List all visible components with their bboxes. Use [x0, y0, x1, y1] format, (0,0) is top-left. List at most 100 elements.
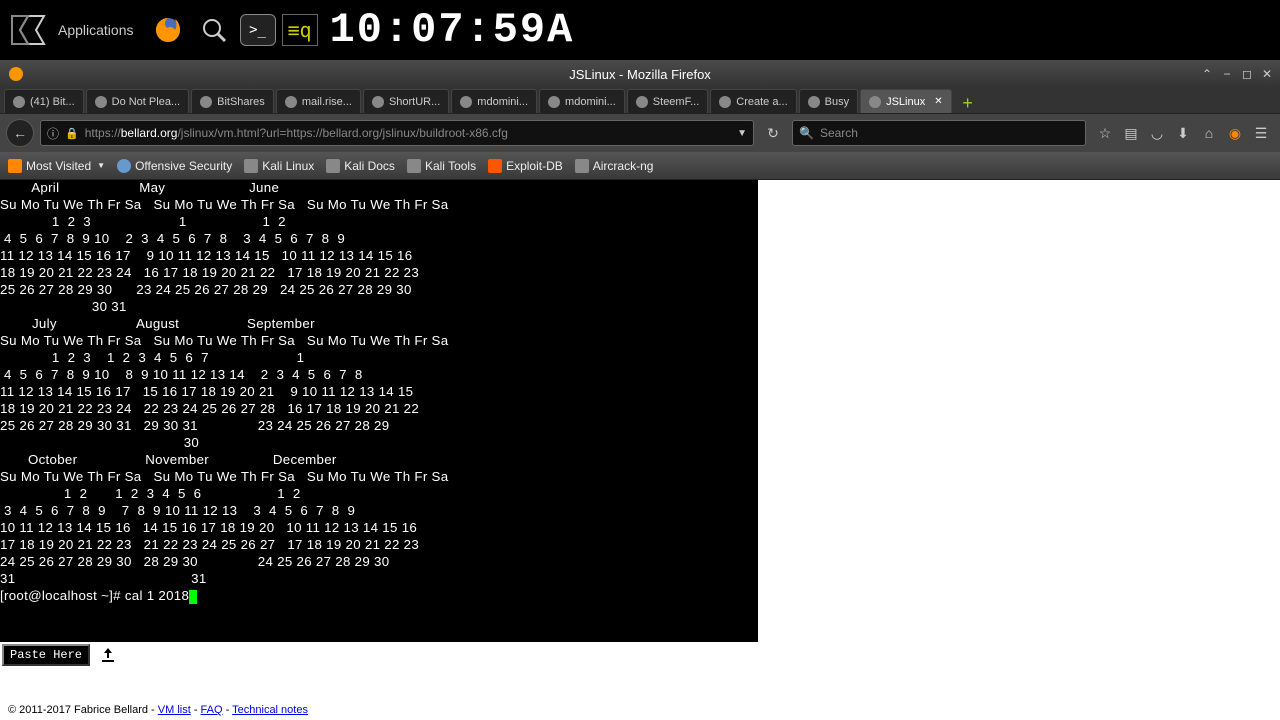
reader-icon[interactable]: ▤ — [1122, 125, 1140, 142]
tab[interactable]: Busy — [799, 89, 858, 113]
tab-strip: (41) Bit... Do Not Plea... BitShares mail.r… — [0, 88, 1280, 114]
favicon — [13, 96, 25, 108]
minimize-button[interactable]: − — [1218, 65, 1236, 83]
favicon — [200, 96, 212, 108]
favicon — [372, 96, 384, 108]
tab[interactable]: (41) Bit... — [4, 89, 84, 113]
bookmark-label: Exploit-DB — [506, 159, 563, 173]
tab-label: JSLinux — [886, 96, 925, 108]
search-icon: 🔍 — [799, 126, 814, 140]
desktop-panel: Applications >_ ≡q 10:07:59A — [0, 0, 1280, 60]
close-button[interactable]: ✕ — [1258, 65, 1276, 83]
tab[interactable]: mdomini... — [539, 89, 625, 113]
bookmark-item[interactable]: Kali Tools — [407, 159, 476, 173]
favicon — [548, 96, 560, 108]
tab[interactable]: JSLinux ✕ — [860, 89, 952, 113]
upload-icon[interactable] — [98, 645, 118, 665]
tab-label: BitShares — [217, 96, 265, 108]
tab-label: mail.rise... — [302, 96, 352, 108]
favicon — [460, 96, 472, 108]
cursor — [189, 590, 197, 604]
favicon — [95, 96, 107, 108]
maximize-button[interactable]: ◻ — [1238, 65, 1256, 83]
new-tab-button[interactable]: + — [958, 93, 978, 113]
hamburger-menu-icon[interactable]: ☰ — [1252, 125, 1270, 142]
address-bar-row: ← ⓘ 🔒 https://bellard.org/jslinux/vm.htm… — [0, 114, 1280, 152]
bookmark-star-icon[interactable]: ☆ — [1096, 125, 1114, 142]
tab-close-icon[interactable]: ✕ — [934, 96, 942, 107]
vmlist-link[interactable]: VM list — [158, 704, 191, 716]
bookmark-item[interactable]: Kali Linux — [244, 159, 314, 173]
tab-label: mdomini... — [477, 96, 528, 108]
panel-clock: 10:07:59A — [330, 6, 575, 54]
tab-label: Do Not Plea... — [112, 96, 180, 108]
firefox-window: JSLinux - Mozilla Firefox ⌃ − ◻ ✕ (41) B… — [0, 60, 1280, 720]
reload-button[interactable]: ↻ — [760, 120, 786, 146]
bookmark-label: Kali Tools — [425, 159, 476, 173]
bookmark-icon — [117, 159, 131, 173]
bookmark-item[interactable]: Kali Docs — [326, 159, 395, 173]
bookmark-icon — [326, 159, 340, 173]
downloads-icon[interactable]: ⬇ — [1174, 125, 1192, 142]
bookmark-item[interactable]: Most Visited▼ — [8, 159, 105, 173]
window-menu-icon[interactable]: ⌃ — [1198, 65, 1216, 83]
bookmark-item[interactable]: Exploit-DB — [488, 159, 563, 173]
url-text: https://bellard.org/jslinux/vm.html?url=… — [85, 126, 508, 140]
favicon — [719, 96, 731, 108]
tab-label: ShortUR... — [389, 96, 440, 108]
applications-menu[interactable]: Applications — [58, 22, 134, 38]
bookmark-label: Most Visited — [26, 159, 91, 173]
url-bar[interactable]: ⓘ 🔒 https://bellard.org/jslinux/vm.html?… — [40, 120, 754, 146]
tab[interactable]: Create a... — [710, 89, 796, 113]
bookmark-item[interactable]: Aircrack-ng — [575, 159, 654, 173]
favicon — [636, 96, 648, 108]
page-footer: © 2011-2017 Fabrice Bellard - VM list - … — [8, 704, 308, 716]
search-bar[interactable]: 🔍 Search — [792, 120, 1086, 146]
paste-here-button[interactable]: Paste Here — [2, 644, 90, 666]
bookmark-icon — [488, 159, 502, 173]
tab-label: Busy — [825, 96, 849, 108]
url-dropdown-icon[interactable]: ▼ — [737, 128, 747, 139]
bookmark-item[interactable]: Offensive Security — [117, 159, 232, 173]
firefox-panel-icon[interactable] — [148, 10, 188, 50]
window-title: JSLinux - Mozilla Firefox — [569, 67, 711, 82]
tab[interactable]: BitShares — [191, 89, 274, 113]
identity-icon[interactable]: ⓘ — [47, 125, 59, 142]
tab-label: (41) Bit... — [30, 96, 75, 108]
tab[interactable]: mail.rise... — [276, 89, 361, 113]
bookmark-icon — [244, 159, 258, 173]
page-content: April May June Su Mo Tu We Th Fr Sa Su M… — [0, 180, 1280, 720]
tab-label: SteemF... — [653, 96, 699, 108]
favicon — [285, 96, 297, 108]
tab[interactable]: Do Not Plea... — [86, 89, 189, 113]
faq-link[interactable]: FAQ — [201, 704, 223, 716]
bookmark-label: Aircrack-ng — [593, 159, 654, 173]
search-placeholder: Search — [820, 126, 858, 140]
pocket-icon[interactable]: ◡ — [1148, 125, 1166, 142]
tab[interactable]: SteemF... — [627, 89, 708, 113]
tab[interactable]: mdomini... — [451, 89, 537, 113]
back-button[interactable]: ← — [6, 119, 34, 147]
terminal-output: April May June Su Mo Tu We Th Fr Sa Su M… — [0, 180, 448, 586]
shell-prompt: [root@localhost ~]# cal 1 2018 — [0, 588, 189, 603]
eq-panel-icon[interactable]: ≡q — [282, 14, 318, 46]
home-icon[interactable]: ⌂ — [1200, 125, 1218, 141]
jslinux-terminal[interactable]: April May June Su Mo Tu We Th Fr Sa Su M… — [0, 180, 758, 642]
tab[interactable]: ShortUR... — [363, 89, 449, 113]
search-panel-icon[interactable] — [194, 10, 234, 50]
addon-icon[interactable]: ◉ — [1226, 125, 1244, 142]
os-logo-icon[interactable] — [8, 10, 48, 50]
bookmark-icon — [8, 159, 22, 173]
technotes-link[interactable]: Technical notes — [232, 704, 308, 716]
bookmark-label: Kali Linux — [262, 159, 314, 173]
bookmark-icon — [407, 159, 421, 173]
bookmarks-bar: Most Visited▼ Offensive Security Kali Linu… — [0, 152, 1280, 180]
bookmark-icon — [575, 159, 589, 173]
tab-label: Create a... — [736, 96, 787, 108]
favicon — [808, 96, 820, 108]
bookmark-label: Kali Docs — [344, 159, 395, 173]
favicon — [869, 96, 881, 108]
window-titlebar: JSLinux - Mozilla Firefox ⌃ − ◻ ✕ — [0, 60, 1280, 88]
tab-label: mdomini... — [565, 96, 616, 108]
terminal-panel-icon[interactable]: >_ — [240, 14, 276, 46]
